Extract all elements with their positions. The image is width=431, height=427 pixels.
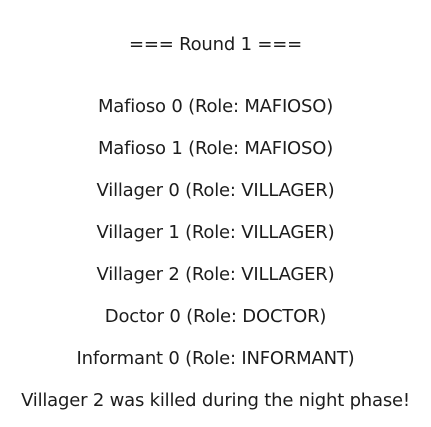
player-role-line: Doctor 0 (Role: DOCTOR) xyxy=(104,306,327,327)
game-log: === Round 1 === Mafioso 0 (Role: MAFIOSO… xyxy=(0,0,431,427)
round-header: === Round 1 === xyxy=(128,34,303,55)
player-role-line: Villager 1 (Role: VILLAGER) xyxy=(96,222,335,243)
player-role-line: Informant 0 (Role: INFORMANT) xyxy=(76,348,355,369)
night-phase-event-message: Villager 2 was killed during the night p… xyxy=(21,390,410,411)
player-role-line: Mafioso 0 (Role: MAFIOSO) xyxy=(97,96,334,117)
player-role-line: Mafioso 1 (Role: MAFIOSO) xyxy=(97,138,334,159)
player-role-line: Villager 0 (Role: VILLAGER) xyxy=(96,180,335,201)
player-role-line: Villager 2 (Role: VILLAGER) xyxy=(96,264,335,285)
